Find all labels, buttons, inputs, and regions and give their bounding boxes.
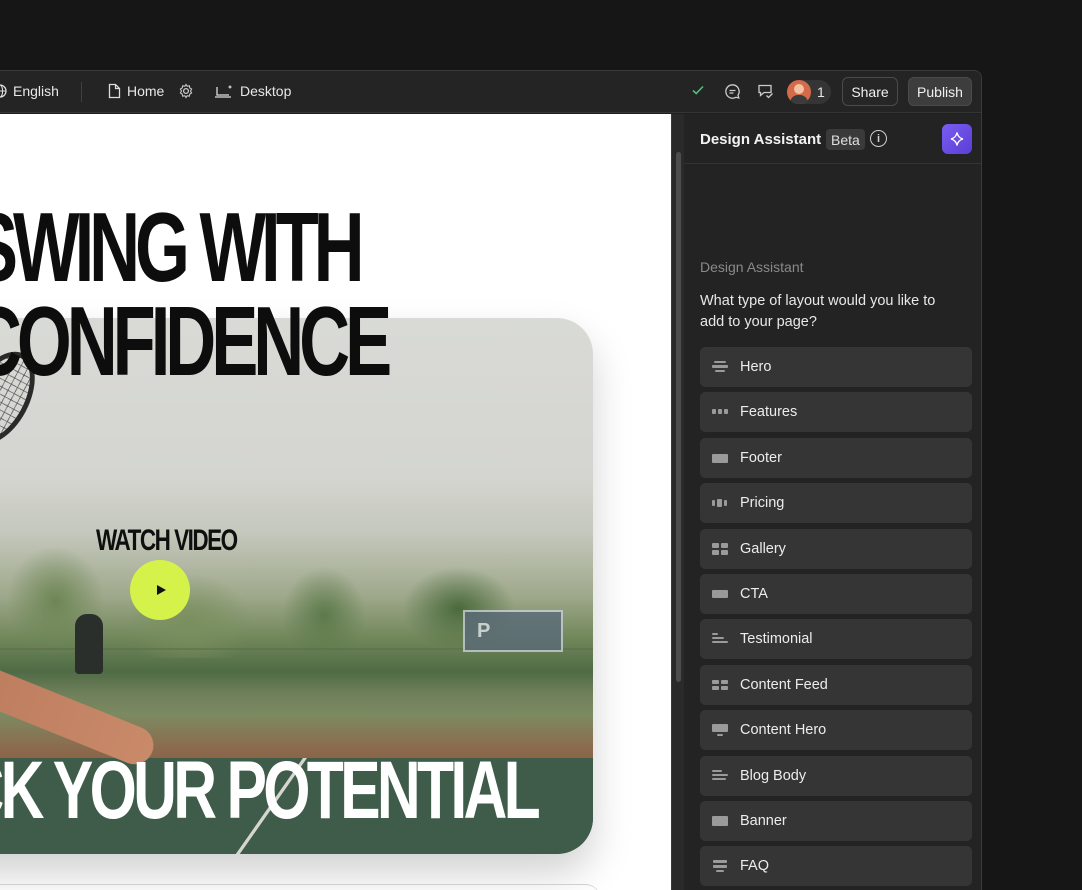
footer-layout-icon: [712, 452, 728, 464]
layout-option-content-feed[interactable]: Content Feed: [700, 664, 972, 705]
top-toolbar: English Home Desktop 1 Share Publish: [0, 71, 981, 113]
banner-layout-icon: [712, 815, 728, 827]
layout-option-content-hero[interactable]: Content Hero: [700, 710, 972, 751]
page-canvas[interactable]: SWING WITH P WATCH VIDEO OCK YOUR POTENT…: [0, 114, 671, 890]
hero-layout-icon: [712, 361, 728, 373]
design-assistant-panel: Design Assistant Beta i Design Assistant…: [684, 114, 981, 890]
hero-video-card[interactable]: P WATCH VIDEO OCK YOUR POTENTIAL: [0, 318, 593, 854]
canvas-scrollbar[interactable]: [671, 114, 684, 890]
scrollbar-thumb[interactable]: [676, 152, 681, 682]
layout-option-faq[interactable]: FAQ: [700, 846, 972, 887]
layout-option-label: Gallery: [740, 540, 786, 557]
layout-option-hero[interactable]: Hero: [700, 347, 972, 387]
next-section-edge: [0, 884, 601, 890]
layout-option-label: Content Feed: [740, 676, 828, 693]
layout-option-banner[interactable]: Banner: [700, 800, 972, 841]
review-icon: [758, 84, 773, 99]
content-hero-layout-icon: [712, 724, 728, 737]
gallery-layout-icon: [712, 542, 728, 555]
gear-icon: [179, 83, 193, 99]
layout-options: Hero Features Footer Pricing Gallery CTA Testi…: [700, 347, 972, 890]
hero-headline-line-1: SWING WITH: [0, 192, 365, 302]
page-icon: [108, 83, 121, 99]
cta-layout-icon: [712, 588, 728, 600]
layout-option-label: CTA: [740, 585, 768, 602]
watch-video-label: WATCH VIDEO: [96, 524, 238, 557]
pricing-layout-icon: [712, 497, 728, 509]
comments-button[interactable]: [724, 83, 741, 100]
layout-option-pricing[interactable]: Pricing: [700, 483, 972, 524]
collaborators[interactable]: 1: [787, 80, 831, 104]
check-icon: [692, 85, 704, 95]
testimonial-layout-icon: [712, 633, 728, 645]
publish-button[interactable]: Publish: [908, 77, 972, 106]
assistant-section-label: Design Assistant: [700, 259, 804, 275]
editor-window: English Home Desktop 1 Share Publish SWI…: [0, 70, 982, 890]
page-settings-button[interactable]: [178, 83, 194, 99]
background-person: [75, 614, 103, 674]
comment-icon: [725, 84, 740, 99]
layout-option-label: Content Hero: [740, 722, 827, 739]
layout-option-label: Hero: [740, 359, 772, 375]
layout-option-label: Blog Body: [740, 767, 807, 784]
panel-title: Design Assistant: [700, 131, 822, 148]
viewport-selector[interactable]: Desktop: [214, 83, 291, 99]
layout-option-gallery[interactable]: Gallery: [700, 528, 972, 569]
viewport-label: Desktop: [240, 83, 292, 99]
desktop-icon: [215, 85, 232, 98]
layout-option-label: Features: [740, 404, 798, 421]
page-selector[interactable]: Home: [108, 83, 164, 99]
blog-body-layout-icon: [712, 769, 728, 782]
layout-option-features[interactable]: Features: [700, 392, 972, 433]
potential-headline: OCK YOUR POTENTIAL: [0, 745, 541, 836]
layout-option-cta[interactable]: CTA: [700, 573, 972, 614]
toolbar-divider: [81, 82, 82, 102]
layout-option-testimonial[interactable]: Testimonial: [700, 619, 972, 660]
language-selector[interactable]: English: [0, 83, 59, 99]
beta-badge: Beta: [826, 129, 865, 150]
hero-headline-line-2: CONFIDENCE: [0, 286, 392, 396]
review-button[interactable]: [757, 83, 774, 100]
faq-layout-icon: [712, 860, 728, 873]
avatar: [787, 80, 811, 104]
layout-option-label: Pricing: [740, 495, 785, 512]
sparkle-icon: [950, 132, 964, 146]
layout-option-label: Testimonial: [740, 631, 813, 648]
share-button[interactable]: Share: [842, 77, 898, 106]
layout-option-label: FAQ: [740, 858, 770, 875]
layout-option-footer[interactable]: Footer: [700, 437, 972, 478]
page-label: Home: [127, 83, 165, 99]
features-layout-icon: [712, 406, 728, 418]
play-video-button[interactable]: [130, 560, 190, 620]
play-icon: [157, 585, 166, 595]
saved-status: [691, 83, 705, 97]
layout-option-label: Banner: [740, 812, 787, 829]
info-icon[interactable]: i: [870, 130, 887, 147]
court-sign: P: [463, 610, 563, 652]
layout-option-blog-body[interactable]: Blog Body: [700, 755, 972, 796]
panel-header: Design Assistant Beta i: [684, 114, 981, 164]
court-sign-text: P: [477, 620, 491, 642]
layout-option-label: Footer: [740, 449, 782, 466]
globe-icon: [0, 84, 7, 98]
ai-sparkle-button[interactable]: [942, 124, 972, 154]
content-feed-layout-icon: [712, 679, 728, 691]
assistant-question: What type of layout would you like to ad…: [700, 293, 936, 330]
collaborators-count: 1: [817, 84, 825, 100]
language-label: English: [13, 83, 59, 99]
